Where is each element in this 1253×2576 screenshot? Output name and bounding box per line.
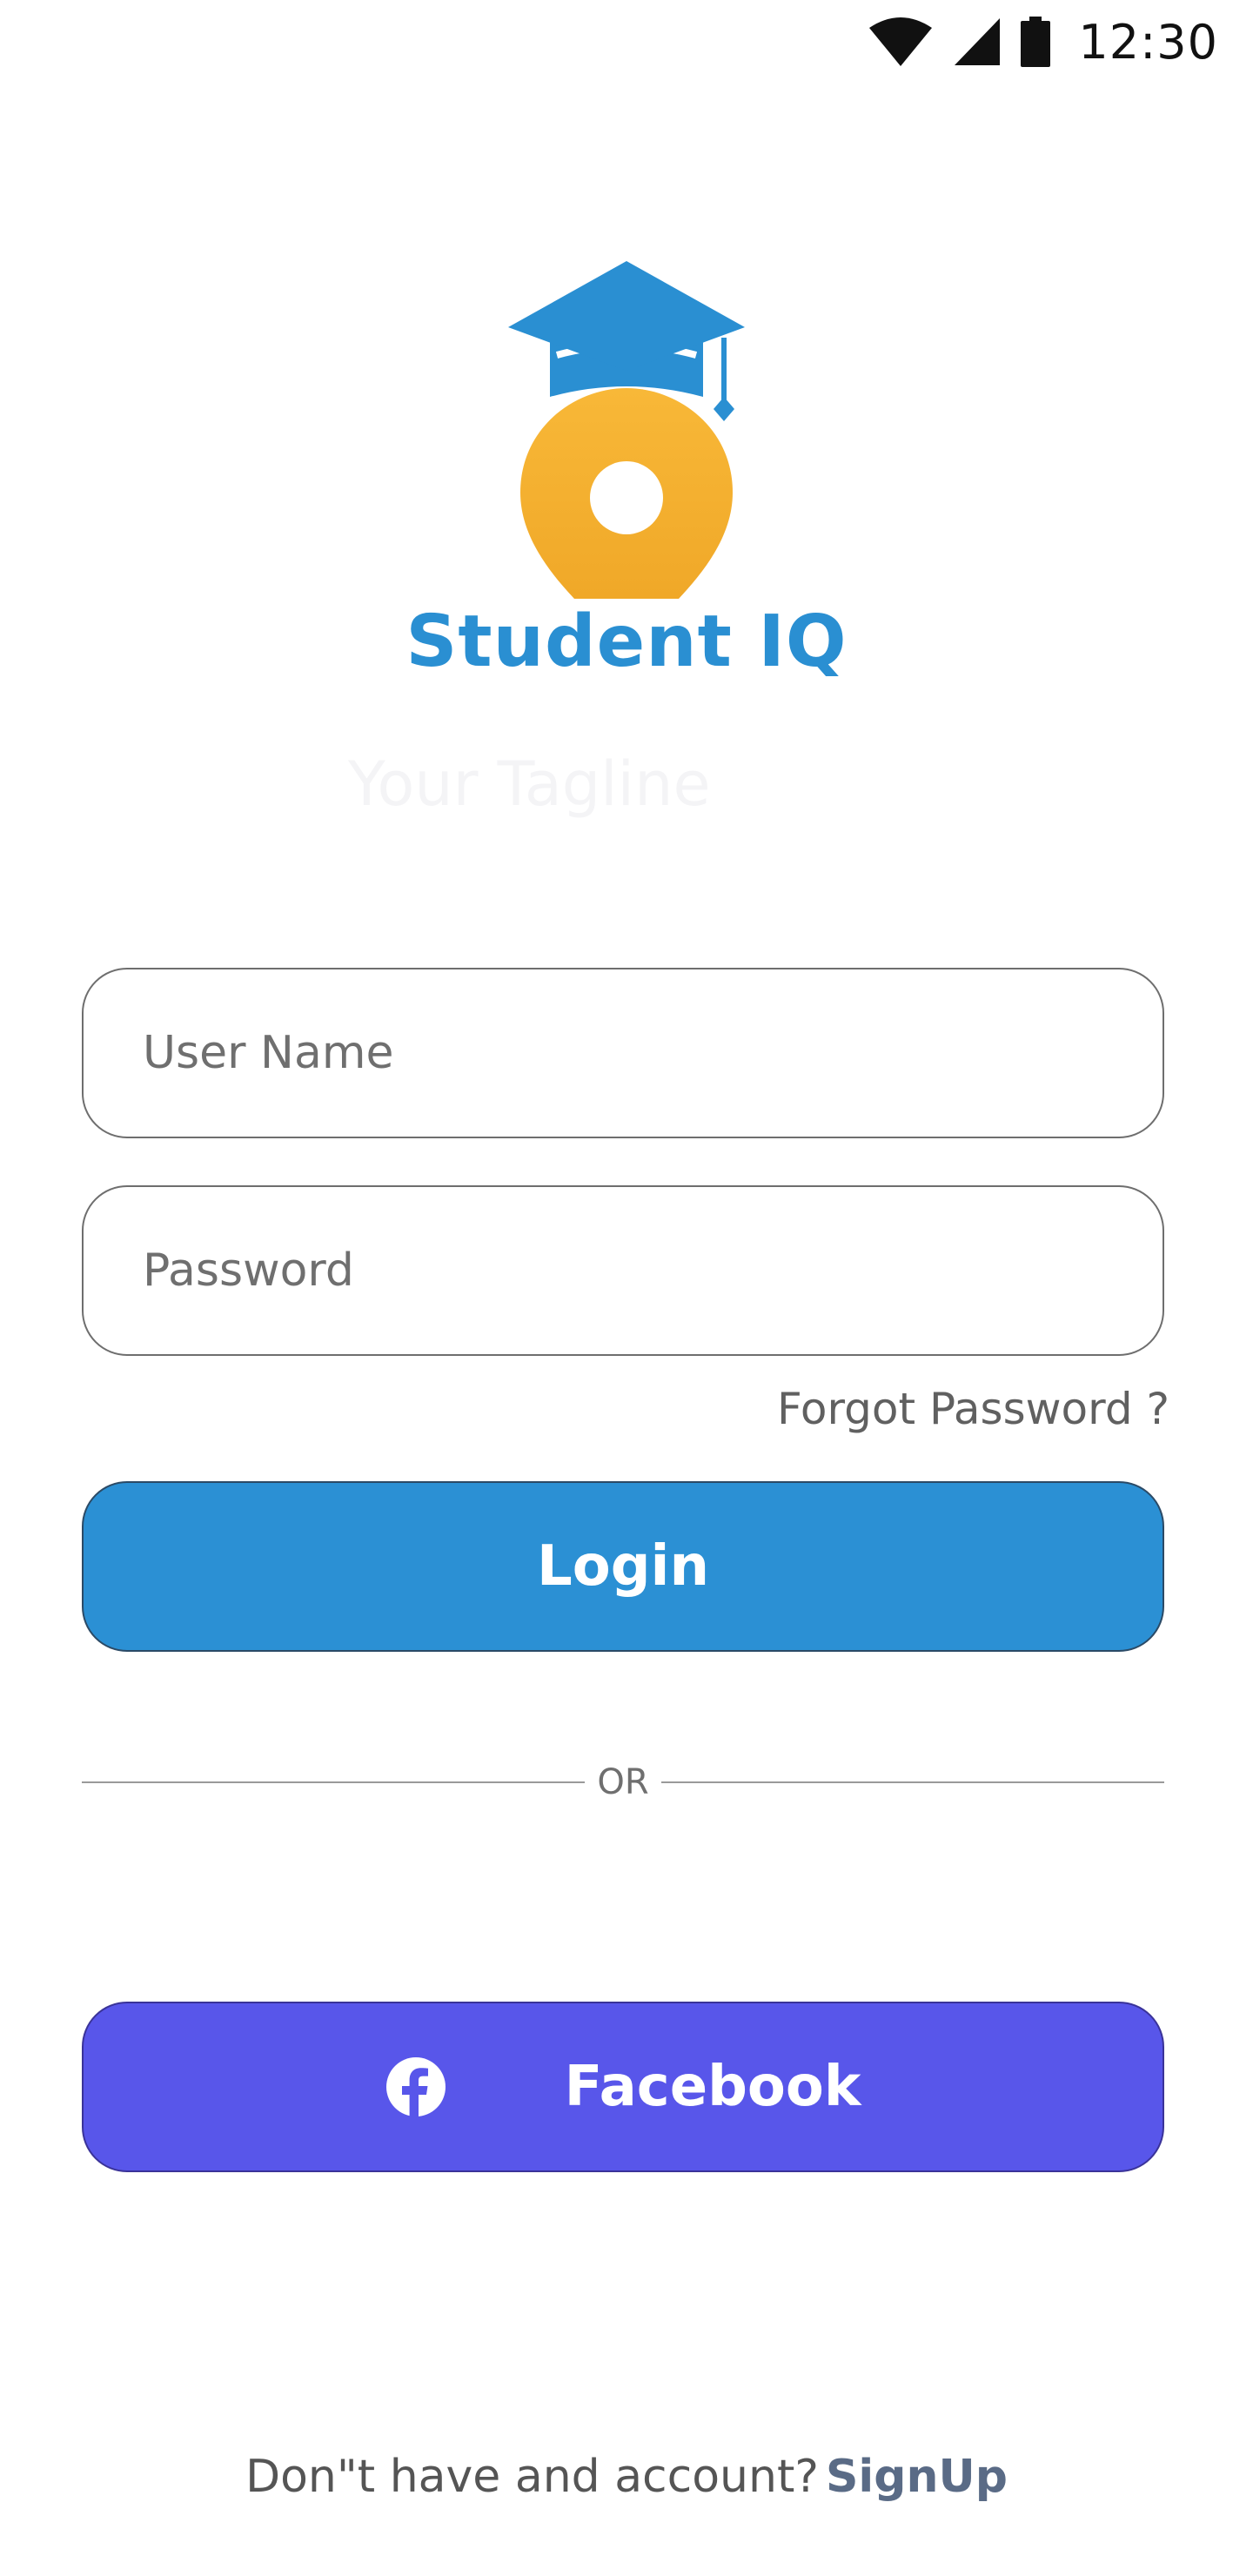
- facebook-login-button[interactable]: Facebook: [82, 2002, 1164, 2172]
- or-label: OR: [597, 1762, 649, 1802]
- password-input[interactable]: [84, 1187, 1163, 1354]
- facebook-button-label: Facebook: [564, 2055, 861, 2119]
- login-button-label: Login: [536, 1534, 710, 1599]
- status-bar: 12:30: [868, 0, 1253, 84]
- username-input[interactable]: [84, 969, 1163, 1137]
- tagline: Your Tagline: [348, 748, 711, 820]
- cell-signal-icon: [953, 17, 1002, 67]
- signup-link[interactable]: SignUp: [826, 2451, 1008, 2503]
- signup-prompt-row: Don"t have and account? SignUp: [0, 2451, 1253, 2503]
- graduation-pin-logo: [508, 261, 745, 599]
- wifi-icon: [868, 16, 934, 68]
- battery-icon: [1021, 17, 1051, 67]
- divider-line-left: [82, 1781, 586, 1783]
- login-screen: 12:30 Student IQ Your Tagline User Name …: [0, 0, 1253, 2576]
- or-divider: OR: [82, 1761, 1164, 1803]
- facebook-icon: [385, 2056, 446, 2117]
- password-field[interactable]: [82, 1185, 1164, 1356]
- app-logo: [0, 258, 1253, 614]
- forgot-password-link[interactable]: Forgot Password ?: [777, 1384, 1169, 1434]
- login-button[interactable]: Login: [82, 1481, 1164, 1652]
- brand-name: Student IQ: [405, 600, 848, 683]
- signup-prompt-text: Don"t have and account?: [245, 2451, 819, 2503]
- divider-line-right: [660, 1781, 1164, 1783]
- status-time: 12:30: [1078, 14, 1218, 70]
- facebook-button-content: Facebook: [385, 2055, 861, 2119]
- username-field[interactable]: [82, 968, 1164, 1138]
